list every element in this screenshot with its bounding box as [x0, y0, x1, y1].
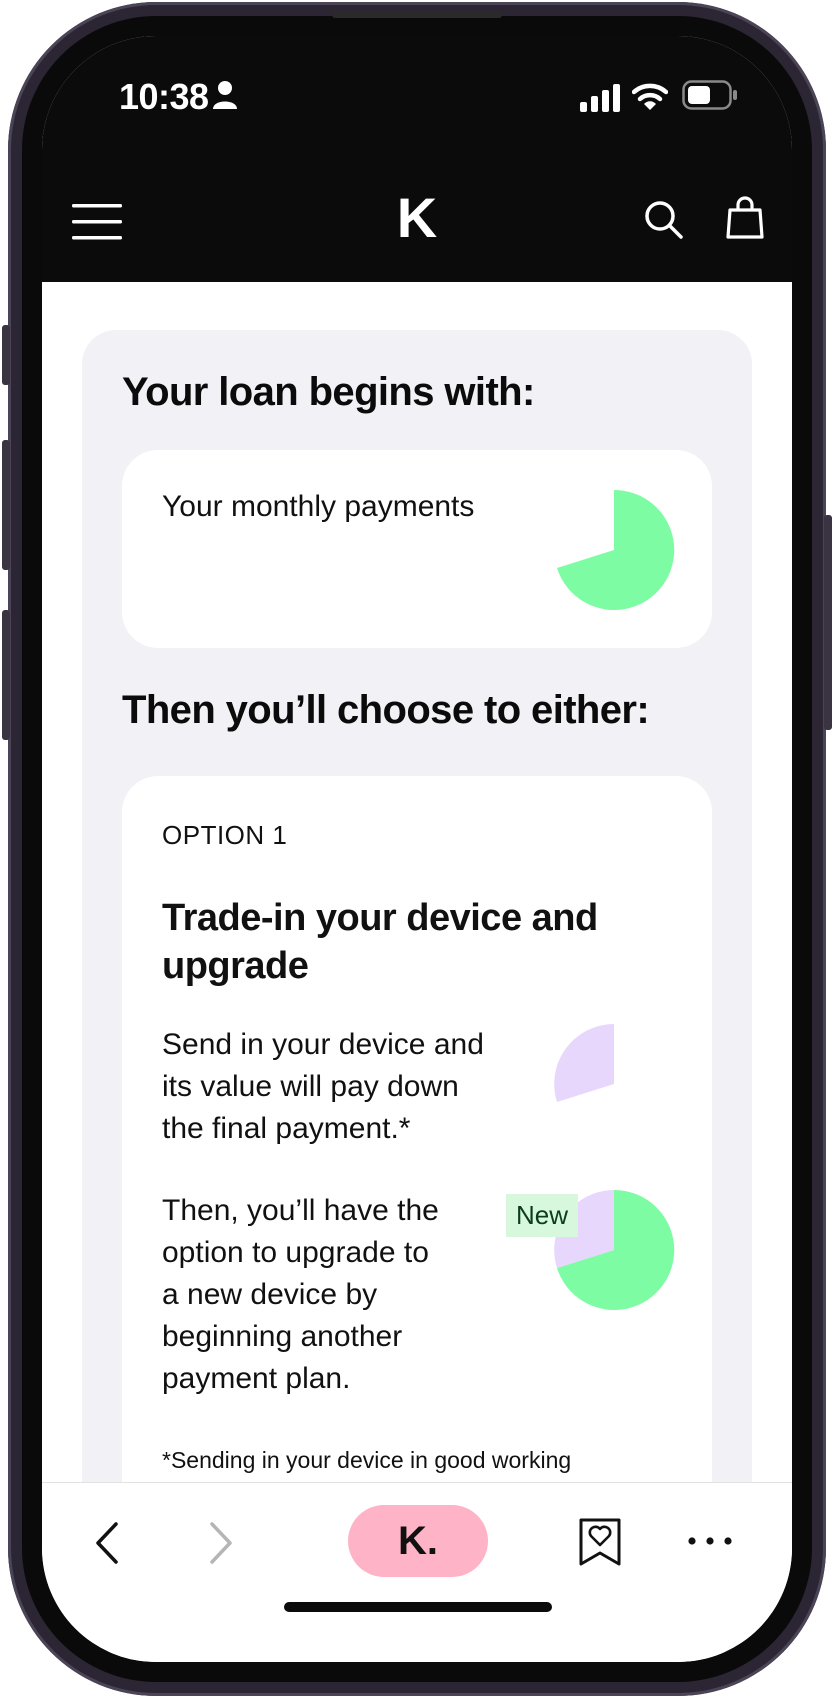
paragraph-line: the final payment.*: [162, 1112, 411, 1145]
top-navigation-bar: K: [42, 166, 792, 282]
screen: 10:38 K Your loan begins with: Your mont…: [42, 36, 792, 1662]
signal-icon: [580, 84, 620, 112]
status-bar: 10:38: [42, 36, 792, 166]
choose-heading: Then you’ll choose to either:: [122, 688, 650, 732]
page-content: Your loan begins with: Your monthly paym…: [42, 282, 792, 1518]
paragraph-line: beginning another: [162, 1320, 403, 1353]
paragraph-line: payment plan.: [162, 1362, 351, 1395]
paragraph-line: Send in your device and: [162, 1028, 484, 1061]
trade-in-description: Send in your device and its value will p…: [162, 1024, 484, 1150]
klarna-button[interactable]: K.: [348, 1505, 488, 1577]
paragraph-line: option to upgrade to: [162, 1236, 429, 1269]
speaker-notch: [332, 12, 502, 18]
option-eyebrow: OPTION 1: [162, 820, 288, 850]
search-icon[interactable]: [644, 200, 684, 240]
paragraph-line: its value will pay down: [162, 1070, 459, 1103]
menu-icon[interactable]: [72, 202, 122, 242]
option-title: Trade-in your device and upgrade: [162, 897, 598, 987]
browser-bottom-bar: K.: [42, 1482, 792, 1662]
loan-explainer-panel: Your loan begins with: Your monthly paym…: [82, 330, 752, 1518]
wifi-icon: [632, 83, 668, 110]
bookmark-heart-icon[interactable]: [578, 1517, 622, 1567]
forward-icon[interactable]: [206, 1521, 236, 1565]
loan-heading: Your loan begins with:: [122, 370, 535, 414]
new-badge: New: [506, 1194, 579, 1237]
paragraph-line: Then, you’ll have the: [162, 1194, 439, 1227]
monthly-payment-pie-icon: [557, 489, 675, 610]
battery-icon: [682, 80, 737, 110]
more-icon[interactable]: [686, 1535, 734, 1547]
person-icon: [213, 81, 237, 109]
trade-in-pie-icon: [554, 1024, 614, 1102]
home-indicator[interactable]: [284, 1602, 552, 1612]
klarna-logo[interactable]: K: [387, 188, 447, 248]
side-button-mute: [2, 325, 10, 385]
status-time: 10:38: [119, 76, 209, 117]
back-icon[interactable]: [92, 1521, 122, 1565]
monthly-payments-card: Your monthly payments: [122, 450, 712, 648]
paragraph-line: a new device by: [162, 1278, 378, 1311]
monthly-payments-label: Your monthly payments: [162, 490, 475, 523]
bag-icon[interactable]: [726, 196, 764, 240]
side-button-power: [824, 515, 832, 730]
side-button-volume-up: [2, 440, 10, 570]
option-1-card: OPTION 1 Trade-in your device and upgrad…: [122, 776, 712, 1518]
upgrade-description: Then, you’ll have the option to upgrade …: [162, 1190, 439, 1400]
footnote-line: *Sending in your device in good working: [162, 1447, 572, 1473]
side-button-volume-down: [2, 610, 10, 740]
